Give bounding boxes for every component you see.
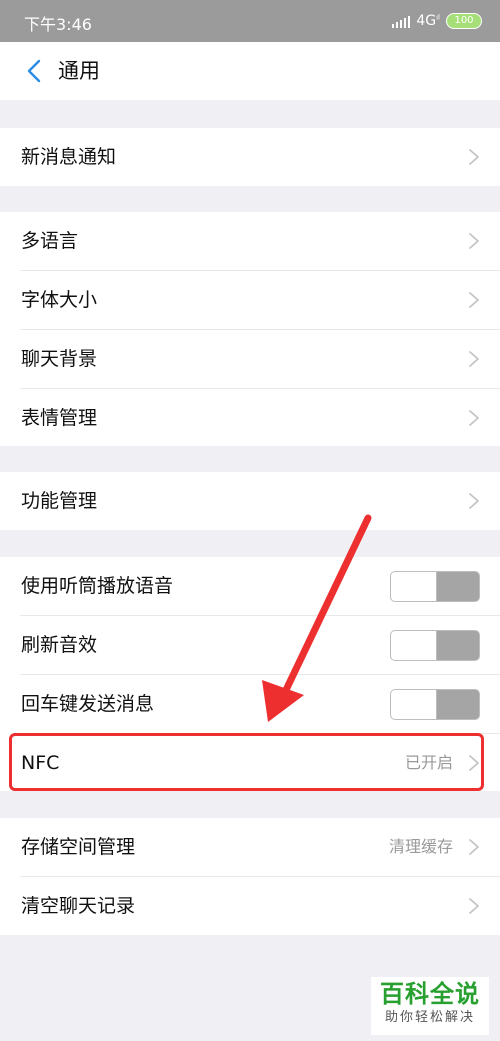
- row-label: 刷新音效: [21, 634, 98, 656]
- row-new-message-notice[interactable]: 新消息通知: [0, 128, 500, 186]
- status-bar: 下午3:46 4Gıl 100: [0, 0, 500, 42]
- row-clear-chat-history[interactable]: 清空聊天记录: [0, 877, 500, 935]
- chevron-left-icon[interactable]: [22, 58, 48, 84]
- row-label: 新消息通知: [21, 146, 117, 168]
- row-refresh-sound: 刷新音效: [0, 616, 500, 674]
- row-font-size[interactable]: 字体大小: [0, 271, 500, 329]
- row-label: NFC: [21, 752, 60, 774]
- row-label: 多语言: [21, 230, 79, 252]
- chevron-right-icon: [468, 754, 480, 772]
- chevron-right-icon: [468, 492, 480, 510]
- clear-cache-hint: 清理缓存: [388, 837, 453, 856]
- chevron-right-icon: [468, 232, 480, 250]
- row-sticker-management[interactable]: 表情管理: [0, 389, 500, 447]
- settings-group-notifications: 新消息通知: [0, 128, 500, 186]
- enter-to-send-toggle[interactable]: [390, 689, 480, 720]
- row-label: 功能管理: [21, 490, 98, 512]
- settings-group-storage: 存储空间管理 清理缓存 清空聊天记录: [0, 818, 500, 935]
- row-label: 字体大小: [21, 289, 98, 311]
- settings-group-display: 多语言 字体大小 聊天背景 表情管理: [0, 212, 500, 446]
- earpiece-playback-toggle[interactable]: [390, 571, 480, 602]
- page-title: 通用: [58, 59, 100, 83]
- network-type: 4Gıl: [416, 13, 440, 29]
- row-chat-background[interactable]: 聊天背景: [0, 330, 500, 388]
- status-indicators: 4Gıl 100: [392, 11, 482, 31]
- refresh-sound-toggle[interactable]: [390, 630, 480, 661]
- nfc-status: 已开启: [404, 753, 453, 772]
- row-nfc[interactable]: NFC 已开启: [0, 734, 500, 792]
- watermark-logo: 百科全说 助你轻松解决: [371, 977, 489, 1035]
- watermark-title: 百科全说: [380, 980, 480, 1008]
- chevron-right-icon: [468, 148, 480, 166]
- row-label: 聊天背景: [21, 348, 98, 370]
- row-label: 清空聊天记录: [21, 895, 136, 917]
- row-feature-management[interactable]: 功能管理: [0, 472, 500, 530]
- chevron-right-icon: [468, 350, 480, 368]
- row-language[interactable]: 多语言: [0, 212, 500, 270]
- nav-bar: 通用: [0, 42, 500, 100]
- status-time: 下午3:46: [24, 15, 92, 34]
- battery-icon: 100: [446, 13, 482, 29]
- settings-group-toggles: 使用听筒播放语音 刷新音效 回车键发送消息 NFC 已开启: [0, 557, 500, 791]
- row-label: 使用听筒播放语音: [21, 575, 174, 597]
- settings-group-features: 功能管理: [0, 472, 500, 530]
- row-storage-management[interactable]: 存储空间管理 清理缓存: [0, 818, 500, 876]
- row-earpiece-playback: 使用听筒播放语音: [0, 557, 500, 615]
- row-enter-to-send: 回车键发送消息: [0, 675, 500, 733]
- chevron-right-icon: [468, 838, 480, 856]
- chevron-right-icon: [468, 897, 480, 915]
- watermark-subtitle: 助你轻松解决: [384, 1010, 475, 1025]
- chevron-right-icon: [468, 291, 480, 309]
- signal-icon: [392, 14, 411, 28]
- row-label: 表情管理: [21, 407, 98, 429]
- row-label: 回车键发送消息: [21, 693, 155, 715]
- toggle-knob: [391, 572, 437, 601]
- chevron-right-icon: [468, 409, 480, 427]
- toggle-knob: [391, 631, 437, 660]
- row-label: 存储空间管理: [21, 836, 136, 858]
- toggle-knob: [391, 690, 437, 719]
